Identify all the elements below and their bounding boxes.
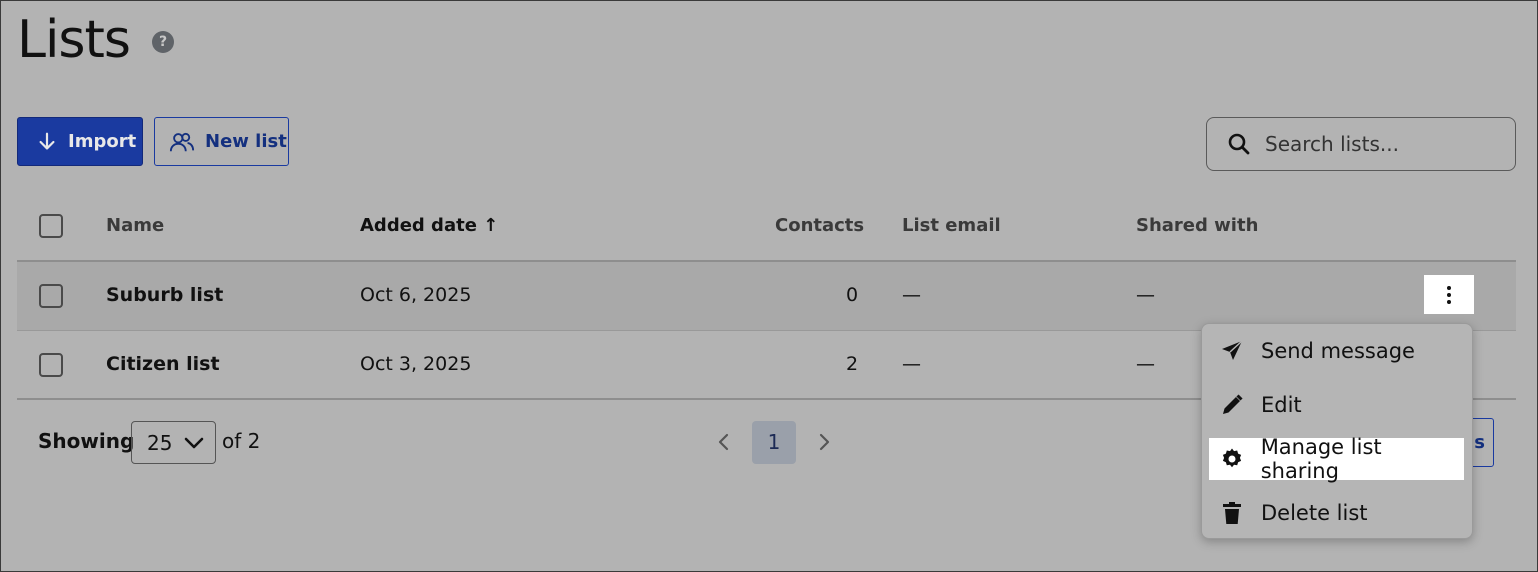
sort-ascending-icon: ↑ [483, 215, 499, 236]
column-header-added-date[interactable]: Added date ↑ [360, 215, 498, 236]
new-list-button[interactable]: New list [154, 117, 289, 166]
kebab-dot [1447, 292, 1451, 297]
search-box [1206, 117, 1516, 171]
new-list-label: New list [205, 131, 287, 152]
list-name[interactable]: Suburb list [106, 284, 223, 306]
chevron-left-icon[interactable] [714, 432, 734, 452]
import-button[interactable]: Import [17, 117, 143, 166]
shared-with: — [1136, 284, 1155, 306]
paper-plane-icon [1219, 338, 1245, 364]
users-icon [169, 132, 195, 151]
added-date: Oct 6, 2025 [360, 284, 472, 306]
page-size-value: 25 [147, 430, 173, 455]
menu-item-label: Delete list [1261, 501, 1368, 525]
question-circle-icon[interactable]: ? [152, 31, 174, 53]
contacts-count: 0 [846, 284, 859, 306]
menu-item-label: Edit [1261, 393, 1302, 417]
chevron-down-icon [185, 437, 204, 448]
search-input[interactable] [1265, 132, 1495, 156]
menu-item-label: Send message [1261, 339, 1415, 363]
total-count: of 2 [222, 429, 261, 453]
row-actions-menu: Send message Edit Manage list sharing De… [1201, 323, 1473, 539]
row-actions-button[interactable] [1424, 275, 1474, 314]
kebab-dot [1447, 299, 1451, 304]
select-all-checkbox[interactable] [39, 214, 63, 238]
chevron-right-icon[interactable] [814, 432, 834, 452]
arrow-down-icon [39, 132, 55, 150]
trash-icon [1219, 500, 1245, 526]
menu-item-edit[interactable]: Edit [1209, 384, 1464, 426]
added-date-label: Added date [360, 215, 477, 236]
showing-label: Showing [38, 429, 135, 453]
page-button-current[interactable]: 1 [752, 421, 796, 464]
column-header-contacts[interactable]: Contacts [775, 215, 864, 236]
gear-icon [1219, 446, 1245, 472]
search-icon [1228, 133, 1250, 155]
page-size-select[interactable]: 25 [131, 421, 216, 464]
menu-item-send-message[interactable]: Send message [1209, 330, 1464, 372]
page-title: Lists [17, 10, 131, 70]
list-name[interactable]: Citizen list [106, 353, 220, 375]
column-header-list-email[interactable]: List email [902, 215, 1001, 236]
shared-with: — [1136, 353, 1155, 375]
list-email: — [902, 353, 921, 375]
column-header-name[interactable]: Name [106, 215, 164, 236]
menu-item-delete-list[interactable]: Delete list [1209, 492, 1464, 534]
column-header-shared-with[interactable]: Shared with [1136, 215, 1258, 236]
menu-item-manage-list-sharing[interactable]: Manage list sharing [1209, 435, 1464, 483]
import-label: Import [68, 131, 137, 152]
added-date: Oct 3, 2025 [360, 353, 472, 375]
pencil-icon [1219, 392, 1245, 418]
menu-item-label: Manage list sharing [1260, 435, 1382, 483]
row-checkbox[interactable] [39, 353, 63, 377]
contacts-count: 2 [846, 353, 859, 375]
list-email: — [902, 284, 921, 306]
kebab-dot [1447, 285, 1451, 290]
table-row-highlight [17, 262, 1516, 330]
row-checkbox[interactable] [39, 284, 63, 308]
